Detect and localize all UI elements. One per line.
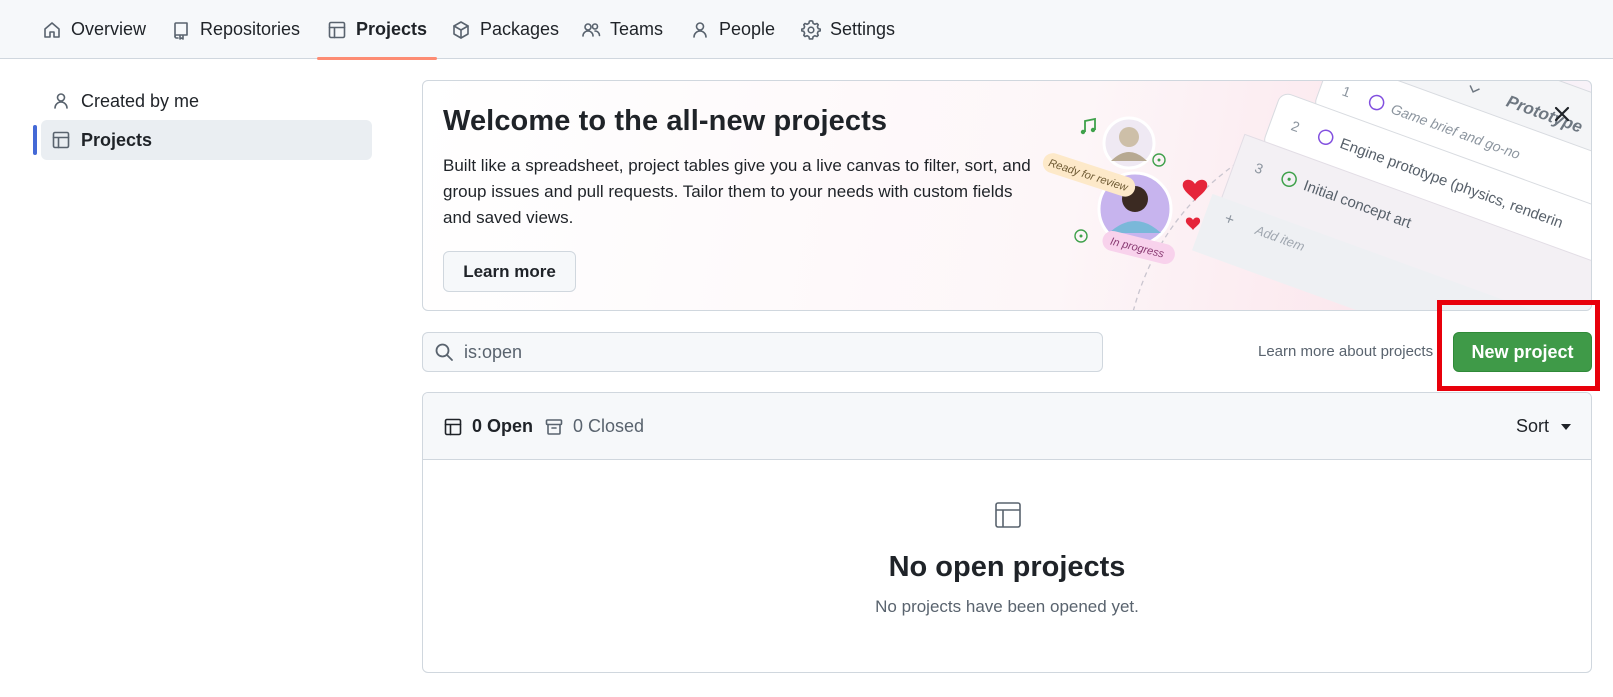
caret-down-icon [1561, 423, 1571, 430]
people-icon [582, 22, 601, 37]
welcome-banner: Welcome to the all-new projects Built li… [422, 80, 1592, 311]
project-search-box[interactable] [422, 332, 1103, 372]
tab-settings-label: Settings [830, 19, 896, 39]
tab-teams[interactable]: Teams [571, 0, 673, 59]
closed-count-label: 0 Closed [573, 416, 645, 436]
person-icon [693, 21, 707, 38]
tab-teams-label: Teams [610, 19, 664, 39]
tab-projects[interactable]: Projects [317, 0, 438, 60]
tab-people[interactable]: People [680, 0, 785, 59]
person-icon [54, 93, 68, 109]
tab-settings[interactable]: Settings [791, 0, 905, 59]
learn-more-about-projects-link[interactable]: Learn more about projects [1258, 343, 1433, 360]
tab-repositories-label: Repositories [200, 19, 301, 39]
table-icon [52, 131, 70, 149]
org-tab-bar: Overview Repositories Projects Packages … [0, 0, 1613, 60]
new-project-button[interactable]: New project [1453, 332, 1592, 372]
open-count-label: 0 Open [472, 416, 534, 436]
tab-people-label: People [719, 19, 776, 39]
projects-list-header: 0 Open 0 Closed Sort [423, 393, 1591, 460]
archive-icon [545, 418, 563, 435]
repo-icon [174, 21, 188, 40]
home-icon [44, 21, 60, 38]
learn-more-button[interactable]: Learn more [443, 251, 576, 292]
tab-packages[interactable]: Packages [441, 0, 569, 59]
table-icon [328, 21, 346, 38]
closed-filter-tab[interactable]: 0 Closed [544, 416, 644, 437]
empty-state-subtitle: No projects have been opened yet. [875, 597, 1139, 616]
banner-illustration: Prototype 3 1 Game brief and go-no 2 Eng… [1042, 81, 1591, 310]
active-tab-underline [317, 57, 438, 60]
tab-packages-label: Packages [480, 19, 560, 39]
table-icon [444, 418, 462, 435]
close-icon [1554, 106, 1570, 122]
sidebar-active-indicator [33, 125, 37, 155]
table-icon [995, 502, 1021, 528]
sidebar-item-label: Projects [81, 129, 153, 150]
sidebar-item-label: Created by me [81, 90, 200, 111]
tab-projects-label: Projects [356, 19, 428, 39]
search-input[interactable] [464, 341, 1064, 363]
banner-title: Welcome to the all-new projects [443, 105, 888, 137]
sort-label: Sort [1515, 416, 1549, 436]
package-icon [453, 20, 469, 39]
close-banner-button[interactable] [1549, 101, 1575, 127]
tab-overview-label: Overview [71, 19, 147, 39]
projects-list: 0 Open 0 Closed Sort No open projects No… [422, 392, 1592, 673]
sidebar-item-created-by-me[interactable]: Created by me [41, 81, 372, 121]
search-icon [435, 343, 453, 361]
sort-dropdown[interactable]: Sort [1516, 416, 1571, 437]
tab-repositories[interactable]: Repositories [161, 0, 310, 59]
gear-icon [801, 19, 821, 40]
tab-overview[interactable]: Overview [32, 0, 156, 59]
sidebar-item-projects[interactable]: Projects [41, 120, 372, 160]
empty-state-title: No open projects [888, 551, 1126, 583]
banner-description: Built like a spreadsheet, project tables… [443, 156, 1031, 227]
open-filter-tab[interactable]: 0 Open [443, 416, 533, 437]
